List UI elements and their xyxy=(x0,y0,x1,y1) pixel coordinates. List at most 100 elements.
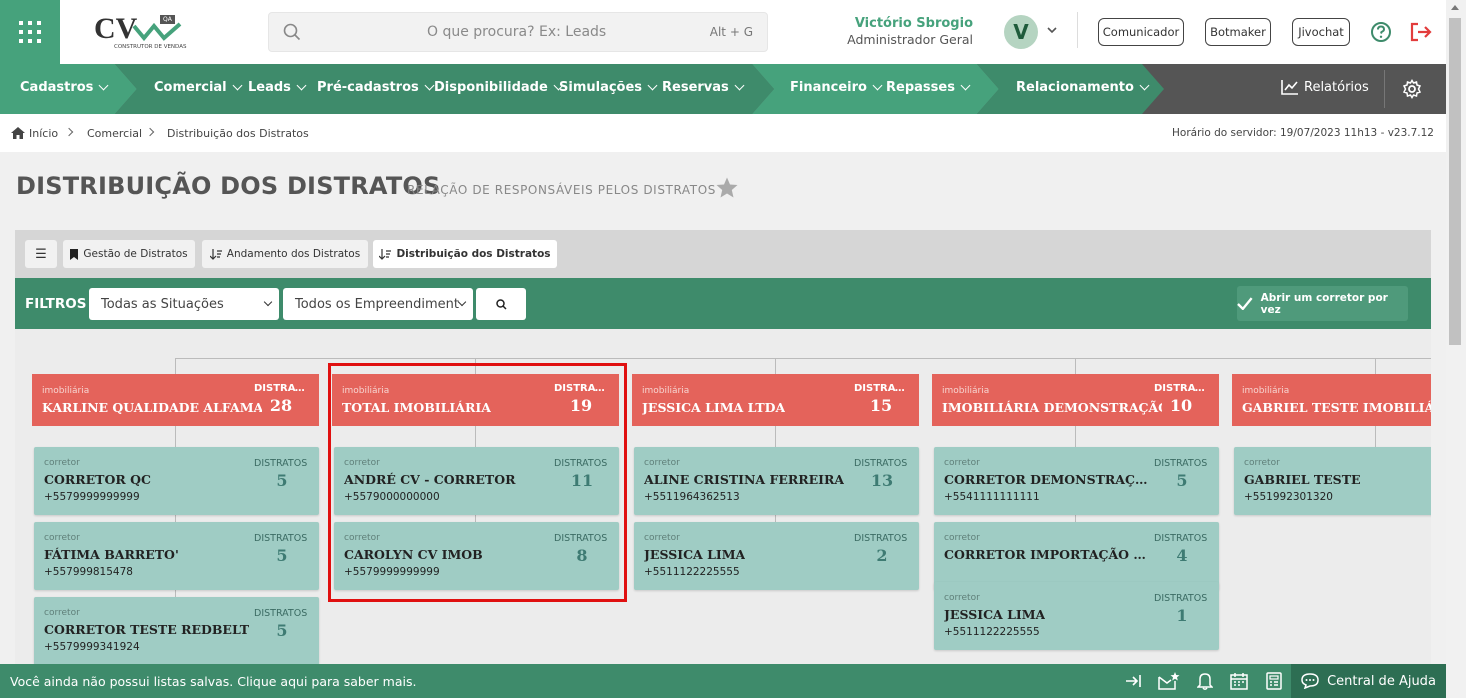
help-icon[interactable] xyxy=(1370,21,1392,43)
corretor-phone: +557999815478 xyxy=(44,566,133,578)
button-label: Abrir um corretor por vez xyxy=(1260,291,1388,316)
chat-bubble-icon xyxy=(1301,673,1319,689)
imobiliaria-card[interactable]: imobiliáriaGABRIEL TESTE IMOBILIÁDISTRAT… xyxy=(1232,374,1431,426)
nav-pre-cadastros[interactable]: Pré-cadastros xyxy=(317,80,435,95)
corretor-card[interactable]: corretor JESSICA LIMA +5511122225555 DISTRA… xyxy=(934,582,1219,650)
card-kind: corretor xyxy=(944,458,980,468)
corretor-card[interactable]: corretor FÁTIMA BARRETO' +557999815478 DIST… xyxy=(34,522,319,590)
chart-line-icon xyxy=(1281,80,1298,95)
open-one-broker-button[interactable]: Abrir um corretor por vez xyxy=(1237,286,1408,321)
user-name[interactable]: Victório Sbrogio xyxy=(855,16,973,31)
nav-leads[interactable]: Leads xyxy=(248,80,307,95)
distratos-count: 5 xyxy=(276,621,288,640)
situation-select[interactable]: Todas as Situações xyxy=(89,288,279,320)
breadcrumb-comercial[interactable]: Comercial xyxy=(87,127,142,140)
distratos-label: DISTRATOS xyxy=(254,608,308,619)
scroll-up-arrow[interactable] xyxy=(1451,5,1459,10)
mail-star-icon[interactable] xyxy=(1158,672,1180,690)
imobiliaria-card[interactable]: imobiliária IMOBILIÁRIA DEMONSTRAÇÃO DISTR… xyxy=(932,374,1219,426)
breadcrumb-home[interactable]: Início xyxy=(29,127,58,140)
nav-repasses[interactable]: Repasses xyxy=(886,80,971,95)
distratos-label: DISTRATOS xyxy=(854,533,908,544)
calculator-icon[interactable] xyxy=(1266,672,1282,690)
page-scrollbar[interactable] xyxy=(1446,0,1466,698)
distratos-label: DISTRATOS xyxy=(254,533,308,544)
filter-search-button[interactable] xyxy=(476,288,526,320)
chevron-down-icon xyxy=(872,80,883,91)
jivochat-button[interactable]: Jivochat xyxy=(1292,18,1350,46)
breadcrumb-current: Distribuição dos Distratos xyxy=(167,127,309,140)
help-center-button[interactable]: Central de Ajuda xyxy=(1291,664,1446,698)
nav-label: Pré-cadastros xyxy=(317,80,419,95)
nav-relatorios[interactable]: Relatórios xyxy=(1281,79,1369,95)
corretor-name: CORRETOR IMPORTAÇÃO RES... xyxy=(944,547,1154,562)
distratos-label: DISTRATOS xyxy=(854,383,908,394)
nav-label: Cadastros xyxy=(20,80,94,95)
tree-connector xyxy=(1075,358,1076,374)
corretor-name: ALINE CRISTINA FERREIRA xyxy=(644,472,845,487)
tab-andamento-distratos[interactable]: Andamento dos Distratos xyxy=(202,240,368,268)
bell-icon[interactable] xyxy=(1197,672,1213,690)
corretor-phone: +5511122225555 xyxy=(944,626,1040,638)
tab-gestao-distratos[interactable]: Gestão de Distratos xyxy=(63,240,195,268)
global-search-input[interactable]: O que procura? Ex: Leads Alt + G xyxy=(268,12,768,52)
main-nav: Cadastros Comercial Leads Pré-cadastros … xyxy=(0,64,1446,114)
distratos-label: DISTRATOS xyxy=(1154,593,1208,604)
nav-reservas[interactable]: Reservas xyxy=(662,80,745,95)
collapse-right-icon[interactable] xyxy=(1125,672,1143,690)
chevron-down-icon xyxy=(232,80,243,91)
calendar-icon[interactable] xyxy=(1230,672,1248,690)
nav-financeiro[interactable]: Financeiro xyxy=(790,80,883,95)
tree-connector xyxy=(1375,426,1376,447)
selection-highlight xyxy=(328,363,627,602)
imobiliaria-name: KARLINE QUALIDADE ALFAMA xyxy=(42,400,262,415)
star-icon[interactable] xyxy=(716,177,738,198)
search-shortcut: Alt + G xyxy=(709,25,753,39)
logo[interactable]: CV QA CONSTRUTOR DE VENDAS xyxy=(92,12,188,54)
scrollbar-thumb[interactable] xyxy=(1449,18,1461,345)
nav-label: Simulações xyxy=(559,80,643,95)
corretor-card[interactable]: corretor CORRETOR TESTE REDBELT +557999934… xyxy=(34,597,319,664)
avatar[interactable]: V xyxy=(1004,15,1038,49)
tab-distribuicao-distratos[interactable]: Distribuição dos Distratos xyxy=(373,240,557,268)
imobiliaria-card[interactable]: imobiliária JESSICA LIMA LTDA DISTRATOS 15 xyxy=(632,374,919,426)
distratos-count: 5 xyxy=(276,471,288,490)
chevron-down-icon xyxy=(1139,80,1150,91)
distratos-label: DISTRATOS xyxy=(254,383,308,394)
card-kind: corretor xyxy=(944,533,980,543)
saved-lists-message[interactable]: Você ainda não possui listas salvas. Cli… xyxy=(10,674,416,689)
sort-icon xyxy=(379,248,392,260)
logo-text: CV xyxy=(94,12,138,45)
imobiliaria-card[interactable]: imobiliária KARLINE QUALIDADE ALFAMA DISTR… xyxy=(32,374,319,426)
sidebar-toggle-button[interactable]: ☰ xyxy=(25,240,57,268)
card-kind: corretor xyxy=(44,608,80,618)
nav-relacionamento[interactable]: Relacionamento xyxy=(1016,80,1150,95)
botmaker-button[interactable]: Botmaker xyxy=(1205,18,1271,46)
card-kind: corretor xyxy=(1244,458,1280,468)
nav-disponibilidade[interactable]: Disponibilidade xyxy=(434,80,564,95)
nav-cadastros[interactable]: Cadastros xyxy=(20,80,109,95)
nav-simulacoes[interactable]: Simulações xyxy=(559,80,658,95)
gear-icon[interactable] xyxy=(1402,79,1422,99)
corretor-card[interactable]: corretor CORRETOR DEMONSTRAÇÃO +5541111111… xyxy=(934,447,1219,515)
corretor-phone: +5579999341924 xyxy=(44,641,140,653)
logout-icon[interactable] xyxy=(1410,22,1432,42)
home-icon[interactable] xyxy=(11,127,25,139)
chevron-down-icon[interactable] xyxy=(1046,24,1058,36)
select-value: Todos os Empreendiment xyxy=(295,296,459,312)
corretor-card[interactable]: corretor JESSICA LIMA +5511122225555 DISTRA… xyxy=(634,522,919,590)
corretor-card[interactable]: corretor CORRETOR QC +5579999999999 DISTRAT… xyxy=(34,447,319,515)
corretor-card[interactable]: corretorGABRIEL TESTE+551992301320DISTRA… xyxy=(1234,447,1431,515)
development-select[interactable]: Todos os Empreendiment xyxy=(283,288,473,320)
logo-subtitle: CONSTRUTOR DE VENDAS xyxy=(114,44,187,50)
corretor-card[interactable]: corretor CORRETOR IMPORTAÇÃO RES... DISTRA… xyxy=(934,522,1219,590)
nav-comercial[interactable]: Comercial xyxy=(154,80,243,95)
comunicador-button[interactable]: Comunicador xyxy=(1098,18,1184,46)
corretor-card[interactable]: corretor ALINE CRISTINA FERREIRA +55119643… xyxy=(634,447,919,515)
chevron-down-icon xyxy=(734,80,745,91)
corretor-name: CORRETOR QC xyxy=(44,472,151,487)
apps-menu-button[interactable] xyxy=(0,0,60,64)
chevron-right-icon xyxy=(64,127,74,137)
nav-label: Relacionamento xyxy=(1016,80,1134,95)
distratos-label: DISTRATOS xyxy=(1154,533,1208,544)
